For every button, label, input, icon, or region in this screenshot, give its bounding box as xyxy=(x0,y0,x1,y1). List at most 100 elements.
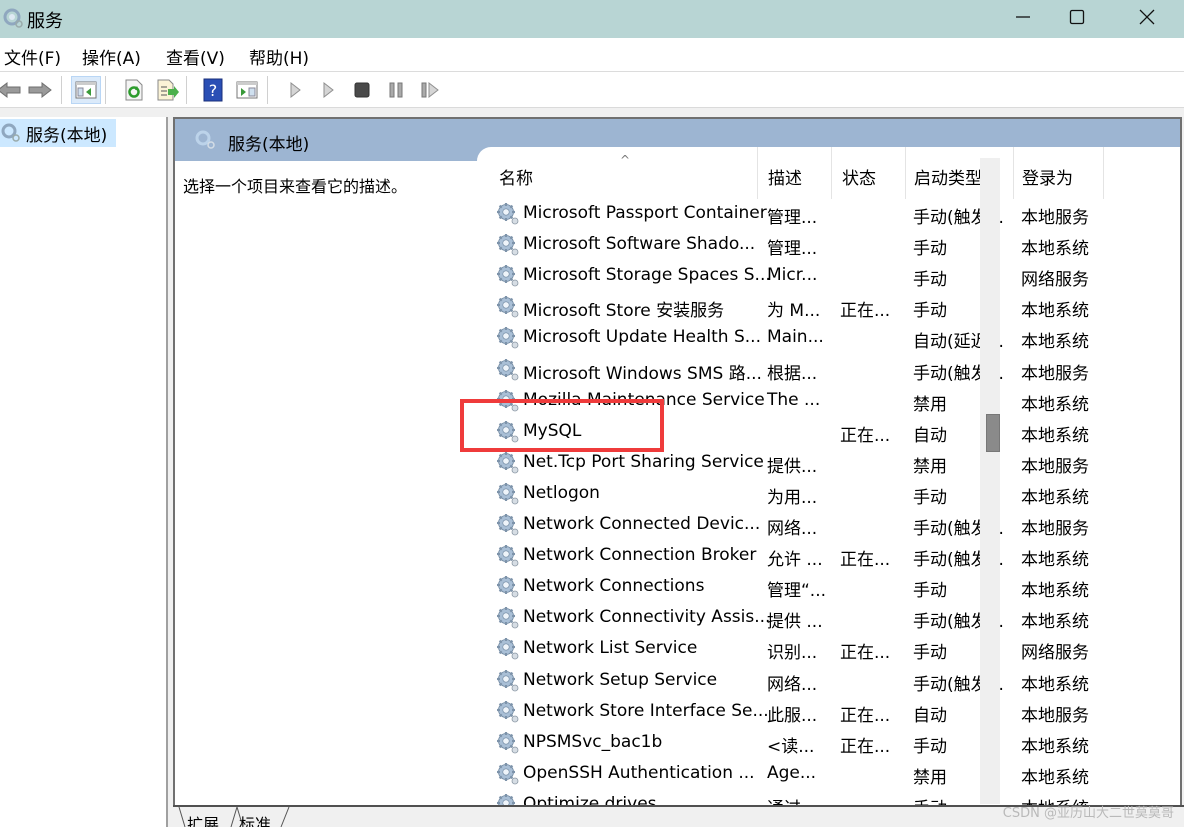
service-startup-type: 手动 xyxy=(913,239,947,260)
service-gear-icon xyxy=(496,513,520,537)
column-header-label: 启动类型 xyxy=(914,169,982,189)
menu-bar: 文件(F) 操作(A) 查看(V) 帮助(H) xyxy=(0,38,1184,72)
service-row[interactable]: Microsoft Update Health S... Main... 自动(延迟… xyxy=(477,323,1157,354)
service-log-on-as: 本地系统 xyxy=(1021,612,1089,633)
service-row[interactable]: Network Connections 管理“... 手动 本地系统 xyxy=(477,572,1157,603)
service-name: Microsoft Update Health S... xyxy=(523,327,761,348)
service-status: 正在... xyxy=(840,705,891,726)
service-gear-icon xyxy=(496,762,520,786)
service-row[interactable]: Network Connected Devic... 网络... 手动(触发... 本… xyxy=(477,510,1157,541)
help-icon: ? xyxy=(203,78,223,102)
column-header-name[interactable]: 名称 xyxy=(477,147,758,199)
maximize-icon xyxy=(1069,9,1085,25)
service-row[interactable]: Microsoft Windows SMS 路... 根据... 手动(触发... 本… xyxy=(477,355,1157,386)
menu-help[interactable]: 帮助(H) xyxy=(249,44,309,69)
service-description: The ... xyxy=(767,389,821,410)
show-hide-console-tree-button[interactable] xyxy=(71,76,101,104)
maximize-button[interactable] xyxy=(1047,0,1107,34)
service-description: 网络... xyxy=(767,674,818,695)
service-description: Age... xyxy=(767,762,817,783)
stop-icon xyxy=(354,82,370,98)
watermark: CSDN @亚历山大二世莫莫哥 xyxy=(1002,806,1174,821)
service-gear-icon xyxy=(496,295,520,319)
service-gear-icon xyxy=(496,606,520,630)
service-log-on-as: 本地服务 xyxy=(1021,208,1089,228)
close-button[interactable] xyxy=(1117,0,1177,34)
play-icon xyxy=(290,82,301,98)
menu-action[interactable]: 操作(A) xyxy=(82,44,141,69)
arrow-left-icon xyxy=(0,81,21,99)
play-icon xyxy=(323,82,334,98)
forward-button[interactable] xyxy=(25,76,55,104)
column-header-label: 名称 xyxy=(499,169,533,189)
export-list-button[interactable] xyxy=(153,76,183,104)
service-row[interactable]: Microsoft Software Shado... 管理... 手动 本地系统 xyxy=(477,230,1157,261)
menu-view[interactable]: 查看(V) xyxy=(166,44,225,69)
service-row[interactable]: Netlogon 为用... 手动 本地系统 xyxy=(477,479,1157,510)
column-header-description[interactable]: 描述 xyxy=(758,147,832,199)
back-button[interactable] xyxy=(0,76,24,104)
service-startup-type: 禁用 xyxy=(913,767,947,788)
column-header-log-on-as[interactable]: 登录为 xyxy=(1014,147,1104,199)
service-log-on-as: 本地服务 xyxy=(1021,363,1089,384)
service-description: 根据... xyxy=(767,363,818,384)
pause-icon xyxy=(389,82,403,98)
tab-outline xyxy=(178,807,290,827)
toolbar-separator xyxy=(105,76,106,104)
service-row[interactable]: Microsoft Passport Container 管理... 手动(触发..… xyxy=(477,199,1157,230)
service-row[interactable]: Network Connectivity Assis... 提供 ... 手动(触发… xyxy=(477,603,1157,634)
tree-item-services-local[interactable]: 服务(本地) xyxy=(0,119,116,147)
service-log-on-as: 本地系统 xyxy=(1021,674,1089,695)
service-gear-icon xyxy=(496,202,520,226)
service-row[interactable]: NPSMSvc_bac1b <读... 正在... 手动 本地系统 xyxy=(477,728,1157,759)
service-log-on-as: 本地系统 xyxy=(1021,767,1089,788)
pause-service-button[interactable] xyxy=(381,76,411,104)
vertical-scrollbar[interactable] xyxy=(980,158,1000,804)
console-tree: 服务(本地) xyxy=(0,117,168,827)
service-row[interactable]: Network Connection Broker 允许 ... 正在... 手动(触… xyxy=(477,541,1157,572)
minimize-button[interactable] xyxy=(993,0,1053,34)
column-header-status[interactable]: 状态 xyxy=(832,147,906,199)
menu-file[interactable]: 文件(F) xyxy=(4,44,61,69)
arrow-right-icon xyxy=(28,81,52,99)
service-row[interactable]: Network Setup Service 网络... 手动(触发... 本地系统 xyxy=(477,666,1157,697)
service-log-on-as: 本地系统 xyxy=(1021,394,1089,415)
description-pane: 选择一个项目来查看它的描述。 xyxy=(175,161,479,805)
service-name: OpenSSH Authentication ... xyxy=(523,762,755,783)
column-header-label: 状态 xyxy=(842,169,876,189)
service-log-on-as: 本地系统 xyxy=(1021,736,1089,757)
service-log-on-as: 本地服务 xyxy=(1021,705,1089,726)
restart-service-button[interactable] xyxy=(415,76,445,104)
service-gear-icon xyxy=(496,264,520,288)
service-description: Main... xyxy=(767,327,824,348)
service-description: 网络... xyxy=(767,519,818,539)
help-button[interactable]: ? xyxy=(198,76,228,104)
tree-item-label: 服务(本地) xyxy=(26,125,108,146)
service-status: 正在... xyxy=(840,301,891,322)
service-row[interactable]: OpenSSH Authentication ... Age... 禁用 本地系统 xyxy=(477,759,1157,790)
service-log-on-as: 本地服务 xyxy=(1021,456,1089,477)
description-prompt: 选择一个项目来查看它的描述。 xyxy=(183,177,408,196)
start-service-button[interactable] xyxy=(280,76,310,104)
window-title: 服务 xyxy=(27,11,63,32)
main-pane: 服务(本地) 选择一个项目来查看它的描述。 ^ 名称 描述 状态 启动类型 登录… xyxy=(173,117,1182,807)
service-row[interactable]: Net.Tcp Port Sharing Service 提供... 禁用 本地服务 xyxy=(477,448,1157,479)
start-service-button-2[interactable] xyxy=(313,76,343,104)
toolbar-separator xyxy=(186,76,187,104)
toolbar: ? xyxy=(0,72,1184,108)
refresh-button[interactable] xyxy=(119,76,149,104)
service-startup-type: 手动 xyxy=(913,581,947,602)
service-startup-type: 禁用 xyxy=(913,394,947,415)
services-list: ^ 名称 描述 状态 启动类型 登录为 Microsoft Passport C… xyxy=(477,147,1180,807)
service-row[interactable]: Microsoft Storage Spaces S... Micr... 手动 网络… xyxy=(477,261,1157,292)
service-row[interactable]: Microsoft Store 安装服务 为 M... 正在... 手动 本地系统 xyxy=(477,292,1157,323)
stop-service-button[interactable] xyxy=(347,76,377,104)
scrollbar-thumb[interactable] xyxy=(986,414,1000,452)
service-description: 为 M... xyxy=(767,301,821,322)
service-description: <读... xyxy=(767,736,815,757)
service-log-on-as: 本地系统 xyxy=(1021,301,1089,322)
service-row[interactable]: Network Store Interface Se... 此服... 正在... 自… xyxy=(477,697,1157,728)
show-hide-action-pane-button[interactable] xyxy=(232,76,262,104)
service-row[interactable]: Network List Service 识别... 正在... 手动 网络服务 xyxy=(477,634,1157,665)
service-startup-type: 手动 xyxy=(913,487,947,508)
